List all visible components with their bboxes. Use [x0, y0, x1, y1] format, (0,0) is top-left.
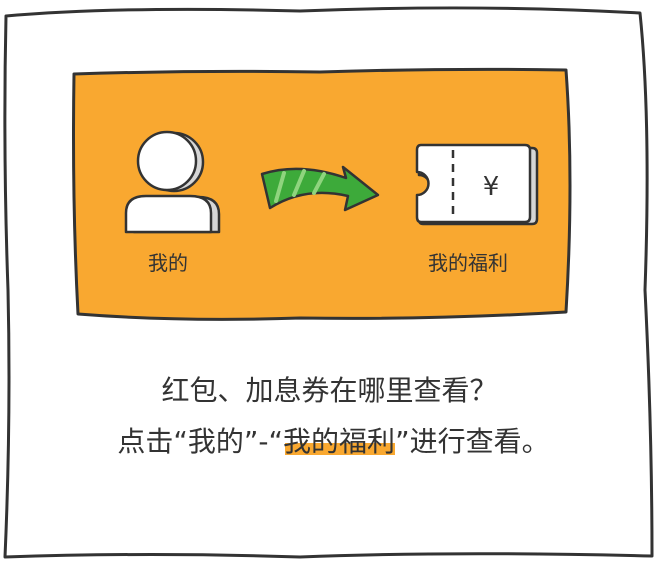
caption-highlight: 我的福利: [283, 425, 396, 458]
ticket-icon: ¥: [415, 143, 539, 226]
source-label: 我的: [148, 251, 188, 275]
sketch-drawing: ¥: [3, 6, 654, 559]
tutorial-card: ¥ 我的 我的福利 红包、加息券在哪里查看？ 点击“我的”-“我的福利”进行查看…: [0, 0, 659, 564]
caption-line-2: 点击“我的”-“我的福利”进行查看。: [0, 428, 659, 456]
target-label: 我的福利: [428, 251, 508, 275]
yen-symbol: ¥: [483, 172, 500, 202]
caption-suffix: ”进行查看。: [395, 425, 550, 458]
caption-line-1: 红包、加息券在哪里查看？: [161, 374, 498, 407]
caption-prefix: 点击“我的”-“: [117, 425, 284, 458]
